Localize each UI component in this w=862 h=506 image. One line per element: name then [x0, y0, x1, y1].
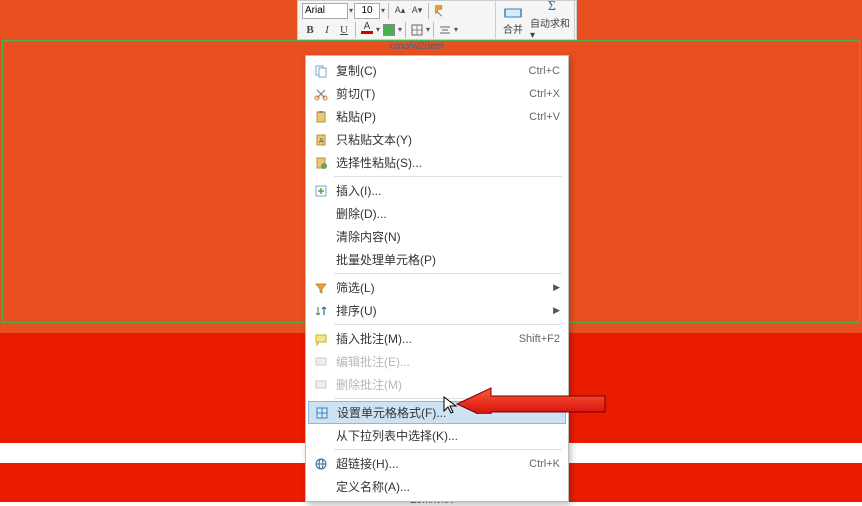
menu-sort[interactable]: 排序(U) ▶ — [308, 299, 566, 322]
menu-pick-from-list[interactable]: 从下拉列表中选择(K)... — [308, 424, 566, 447]
dropdown-caret-icon[interactable]: ▾ — [398, 25, 402, 34]
menu-label: 从下拉列表中选择(K)... — [336, 427, 560, 444]
menu-label: 排序(U) — [336, 302, 549, 319]
menu-shortcut: Ctrl+X — [529, 88, 560, 100]
menu-label: 插入(I)... — [336, 182, 560, 199]
font-increase-icon[interactable]: A▴ — [392, 3, 408, 19]
menu-define-name[interactable]: 定义名称(A)... — [308, 475, 566, 498]
italic-button[interactable]: I — [319, 22, 335, 38]
menu-label: 定义名称(A)... — [336, 478, 560, 495]
paste-icon — [312, 109, 330, 125]
font-decrease-icon[interactable]: A▾ — [409, 3, 425, 19]
menu-label: 删除批注(M) — [336, 376, 560, 393]
menu-delete-comment: 删除批注(M) — [308, 373, 566, 396]
menu-shortcut: Ctrl+C — [529, 65, 560, 77]
align-button[interactable] — [437, 22, 453, 38]
borders-button[interactable] — [409, 22, 425, 38]
menu-label: 插入批注(M)... — [336, 330, 519, 347]
hyperlink-icon — [312, 456, 330, 472]
menu-format-cells[interactable]: 设置单元格格式(F)... — [308, 401, 566, 424]
font-family-select[interactable]: Arial — [302, 3, 348, 19]
menu-cut[interactable]: 剪切(T) Ctrl+X — [308, 82, 566, 105]
sort-icon — [312, 303, 330, 319]
menu-separator — [334, 324, 562, 325]
edit-comment-icon — [312, 354, 330, 370]
paste-special-icon — [312, 155, 330, 171]
menu-insert-comment[interactable]: 插入批注(M)... Shift+F2 — [308, 327, 566, 350]
menu-batch-cells[interactable]: 批量处理单元格(P) — [308, 248, 566, 271]
merge-icon — [504, 5, 522, 21]
comment-icon — [312, 331, 330, 347]
dropdown-caret-icon[interactable]: ▾ — [349, 6, 353, 15]
sigma-icon: Σ — [548, 0, 556, 15]
menu-label: 编辑批注(E)... — [336, 353, 560, 370]
menu-label: 批量处理单元格(P) — [336, 251, 560, 268]
dropdown-caret-icon[interactable]: ▾ — [381, 6, 385, 15]
copy-icon — [312, 63, 330, 79]
cell-text-fragment: cmo/w2oem — [390, 41, 444, 52]
menu-label: 超链接(H)... — [336, 455, 529, 472]
dropdown-caret-icon[interactable]: ▾ — [426, 25, 430, 34]
merge-cells-button[interactable]: 合并 — [496, 1, 530, 39]
menu-separator — [334, 449, 562, 450]
menu-shortcut: Ctrl+V — [529, 111, 560, 123]
menu-label: 清除内容(N) — [336, 228, 560, 245]
menu-label: 粘贴(P) — [336, 108, 529, 125]
menu-label: 筛选(L) — [336, 279, 549, 296]
menu-paste[interactable]: 粘贴(P) Ctrl+V — [308, 105, 566, 128]
dropdown-caret-icon[interactable]: ▾ — [376, 25, 380, 34]
delete-comment-icon — [312, 377, 330, 393]
menu-separator — [334, 398, 562, 399]
menu-shortcut: Ctrl+K — [529, 458, 560, 470]
autosum-button[interactable]: Σ 自动求和 ▾ — [530, 1, 574, 39]
format-painter-icon[interactable] — [432, 3, 448, 19]
menu-label: 只粘贴文本(Y) — [336, 131, 560, 148]
menu-edit-comment: 编辑批注(E)... — [308, 350, 566, 373]
menu-paste-text-only[interactable]: A 只粘贴文本(Y) — [308, 128, 566, 151]
cut-icon — [312, 86, 330, 102]
menu-shortcut: Shift+F2 — [519, 333, 560, 345]
menu-label: 复制(C) — [336, 62, 529, 79]
menu-separator — [334, 273, 562, 274]
underline-button[interactable]: U — [336, 22, 352, 38]
menu-label: 选择性粘贴(S)... — [336, 154, 560, 171]
menu-filter[interactable]: 筛选(L) ▶ — [308, 276, 566, 299]
autosum-label: 自动求和 — [530, 19, 570, 30]
menu-paste-special[interactable]: 选择性粘贴(S)... — [308, 151, 566, 174]
svg-text:A: A — [319, 138, 324, 145]
bold-button[interactable]: B — [302, 22, 318, 38]
menu-label: 删除(D)... — [336, 205, 560, 222]
toolbar-right: 合并 Σ 自动求和 ▾ — [495, 0, 575, 40]
menu-hyperlink[interactable]: 超链接(H)... Ctrl+K — [308, 452, 566, 475]
format-cells-icon — [313, 405, 331, 421]
menu-copy[interactable]: 复制(C) Ctrl+C — [308, 59, 566, 82]
context-menu: 复制(C) Ctrl+C 剪切(T) Ctrl+X 粘贴(P) Ctrl+V A… — [305, 55, 569, 502]
menu-delete[interactable]: 删除(D)... — [308, 202, 566, 225]
paste-text-icon: A — [312, 132, 330, 148]
menu-insert[interactable]: 插入(I)... — [308, 179, 566, 202]
dropdown-caret-icon[interactable]: ▾ — [454, 25, 458, 34]
font-color-button[interactable]: A — [359, 22, 375, 38]
submenu-arrow-icon: ▶ — [553, 282, 560, 293]
insert-icon — [312, 183, 330, 199]
menu-separator — [334, 176, 562, 177]
filter-icon — [312, 280, 330, 296]
font-size-select[interactable]: 10 — [354, 3, 380, 19]
fill-color-button[interactable] — [381, 22, 397, 38]
menu-label: 剪切(T) — [336, 85, 529, 102]
menu-label: 设置单元格格式(F)... — [337, 404, 559, 421]
merge-label: 合并 — [503, 21, 523, 36]
submenu-arrow-icon: ▶ — [553, 305, 560, 316]
menu-clear-contents[interactable]: 清除内容(N) — [308, 225, 566, 248]
